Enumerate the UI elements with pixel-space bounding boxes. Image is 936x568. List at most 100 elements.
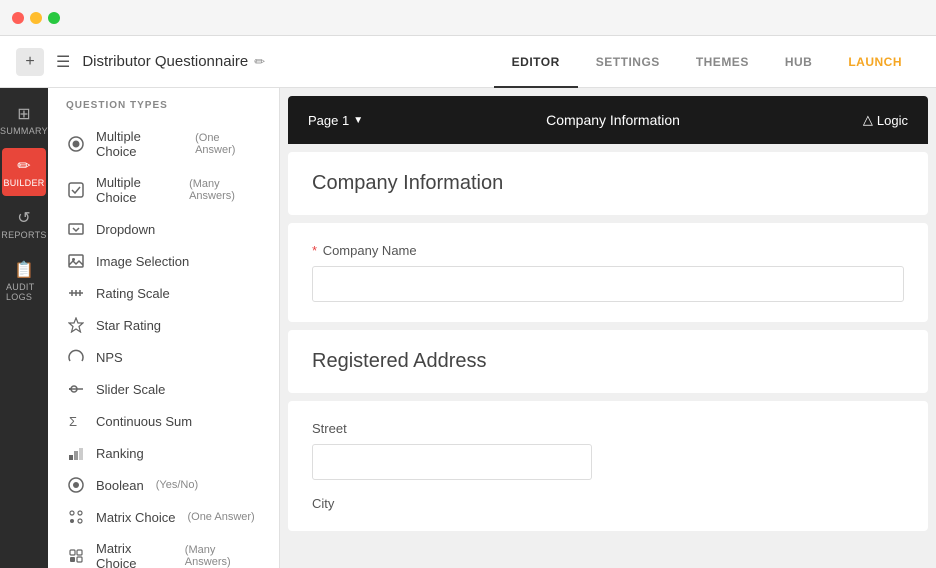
page-title: Company Information — [363, 112, 863, 128]
svg-text:Σ: Σ — [69, 414, 77, 429]
registered-address-title: Registered Address — [312, 350, 904, 373]
mc-one-label: Multiple Choice — [96, 129, 183, 159]
city-label: City — [312, 496, 904, 511]
left-sidebar: ⊞ SUMMARY ✏ BUILDER ↺ REPORTS 📋 AUDIT LO… — [0, 88, 48, 568]
q-item-slider[interactable]: Slider Scale — [48, 373, 279, 405]
matrix-one-sub: (One Answer) — [187, 511, 254, 523]
q-item-rating-scale[interactable]: Rating Scale — [48, 277, 279, 309]
q-item-nps[interactable]: NPS — [48, 341, 279, 373]
matrix-one-label: Matrix Choice — [96, 510, 175, 525]
traffic-lights — [12, 12, 60, 24]
slider-icon — [66, 381, 86, 397]
tl-yellow[interactable] — [30, 12, 42, 24]
sidebar-item-reports[interactable]: ↺ REPORTS — [2, 200, 46, 248]
q-item-image-sel[interactable]: Image Selection — [48, 245, 279, 277]
company-info-title: Company Information — [312, 172, 904, 195]
page-selector[interactable]: Page 1 ▼ — [308, 113, 363, 128]
q-item-dropdown[interactable]: Dropdown — [48, 213, 279, 245]
ranking-label: Ranking — [96, 446, 144, 461]
editor-content: Company Information * Company Name Regis… — [280, 152, 936, 547]
nav-themes[interactable]: THEMES — [678, 36, 767, 88]
q-item-matrix-one[interactable]: Matrix Choice (One Answer) — [48, 501, 279, 533]
mc-many-sub: (Many Answers) — [189, 178, 261, 202]
builder-icon: ✏ — [17, 156, 30, 176]
logic-button[interactable]: △ Logic — [863, 112, 908, 128]
image-sel-label: Image Selection — [96, 254, 189, 269]
ranking-icon — [66, 445, 86, 461]
boolean-icon — [66, 477, 86, 493]
editor-main: Page 1 ▼ Company Information △ Logic Com… — [280, 88, 936, 568]
required-star: * — [312, 243, 317, 258]
street-input[interactable] — [312, 444, 592, 480]
slider-label: Slider Scale — [96, 382, 165, 397]
q-item-boolean[interactable]: Boolean (Yes/No) — [48, 469, 279, 501]
page-selector-text: Page 1 — [308, 113, 349, 128]
company-name-label: * Company Name — [312, 243, 904, 258]
logic-label: Logic — [877, 113, 908, 128]
star-rating-icon — [66, 317, 86, 333]
auditlogs-icon: 📋 — [14, 260, 34, 280]
street-label: Street — [312, 421, 904, 436]
rating-scale-icon — [66, 285, 86, 301]
top-nav: EDITOR SETTINGS THEMES HUB LAUNCH — [494, 36, 920, 88]
auditlogs-label: AUDIT LOGS — [6, 282, 42, 302]
logic-icon: △ — [863, 112, 873, 128]
top-header: + ☰ Distributor Questionnaire ✏ EDITOR S… — [0, 36, 936, 88]
nav-hub[interactable]: HUB — [767, 36, 831, 88]
rating-scale-label: Rating Scale — [96, 286, 170, 301]
matrix-many-label: Matrix Choice — [96, 541, 173, 568]
title-bar — [0, 0, 936, 36]
dropdown-icon — [66, 221, 86, 237]
nav-editor[interactable]: EDITOR — [494, 36, 578, 88]
q-item-ranking[interactable]: Ranking — [48, 437, 279, 469]
image-sel-icon — [66, 253, 86, 269]
summary-icon: ⊞ — [17, 104, 30, 124]
mc-one-icon — [66, 136, 86, 152]
add-button[interactable]: + — [16, 48, 44, 76]
company-name-input[interactable] — [312, 266, 904, 302]
star-rating-label: Star Rating — [96, 318, 161, 333]
nav-launch[interactable]: LAUNCH — [830, 36, 920, 88]
sidebar-item-summary[interactable]: ⊞ SUMMARY — [2, 96, 46, 144]
reports-icon: ↺ — [17, 208, 30, 228]
edit-title-icon[interactable]: ✏ — [254, 54, 265, 70]
tl-red[interactable] — [12, 12, 24, 24]
nps-icon — [66, 349, 86, 365]
q-item-mc-many[interactable]: Multiple Choice (Many Answers) — [48, 167, 279, 213]
reports-label: REPORTS — [1, 230, 46, 240]
page-arrow-icon: ▼ — [353, 115, 363, 126]
nps-label: NPS — [96, 350, 123, 365]
sidebar-item-builder[interactable]: ✏ BUILDER — [2, 148, 46, 196]
mc-one-sub: (One Answer) — [195, 132, 261, 156]
sidebar-item-auditlogs[interactable]: 📋 AUDIT LOGS — [2, 252, 46, 310]
matrix-one-icon — [66, 509, 86, 525]
q-item-star-rating[interactable]: Star Rating — [48, 309, 279, 341]
mc-many-label: Multiple Choice — [96, 175, 177, 205]
hamburger-button[interactable]: ☰ — [56, 52, 70, 72]
app: + ☰ Distributor Questionnaire ✏ EDITOR S… — [0, 36, 936, 568]
q-item-mc-one[interactable]: Multiple Choice (One Answer) — [48, 121, 279, 167]
mc-many-icon — [66, 182, 86, 198]
dropdown-label: Dropdown — [96, 222, 155, 237]
company-name-section: * Company Name — [288, 223, 928, 322]
question-panel: QUESTION TYPES Multiple Choice (One Answ… — [48, 88, 280, 568]
q-item-continuous[interactable]: Σ Continuous Sum — [48, 405, 279, 437]
builder-label: BUILDER — [3, 178, 44, 188]
tl-green[interactable] — [48, 12, 60, 24]
nav-settings[interactable]: SETTINGS — [578, 36, 678, 88]
boolean-sub: (Yes/No) — [156, 479, 198, 491]
doc-title-text: Distributor Questionnaire — [82, 53, 248, 70]
doc-title: Distributor Questionnaire ✏ — [82, 53, 481, 70]
street-section: Street City — [288, 401, 928, 531]
continuous-icon: Σ — [66, 413, 86, 429]
summary-label: SUMMARY — [0, 126, 48, 136]
matrix-many-icon — [66, 548, 86, 564]
panel-header: QUESTION TYPES — [48, 100, 279, 121]
q-item-matrix-many[interactable]: Matrix Choice (Many Answers) — [48, 533, 279, 568]
company-info-section: Company Information — [288, 152, 928, 215]
continuous-label: Continuous Sum — [96, 414, 192, 429]
body: ⊞ SUMMARY ✏ BUILDER ↺ REPORTS 📋 AUDIT LO… — [0, 88, 936, 568]
page-header: Page 1 ▼ Company Information △ Logic — [288, 96, 928, 144]
registered-address-section: Registered Address — [288, 330, 928, 393]
matrix-many-sub: (Many Answers) — [185, 544, 261, 568]
